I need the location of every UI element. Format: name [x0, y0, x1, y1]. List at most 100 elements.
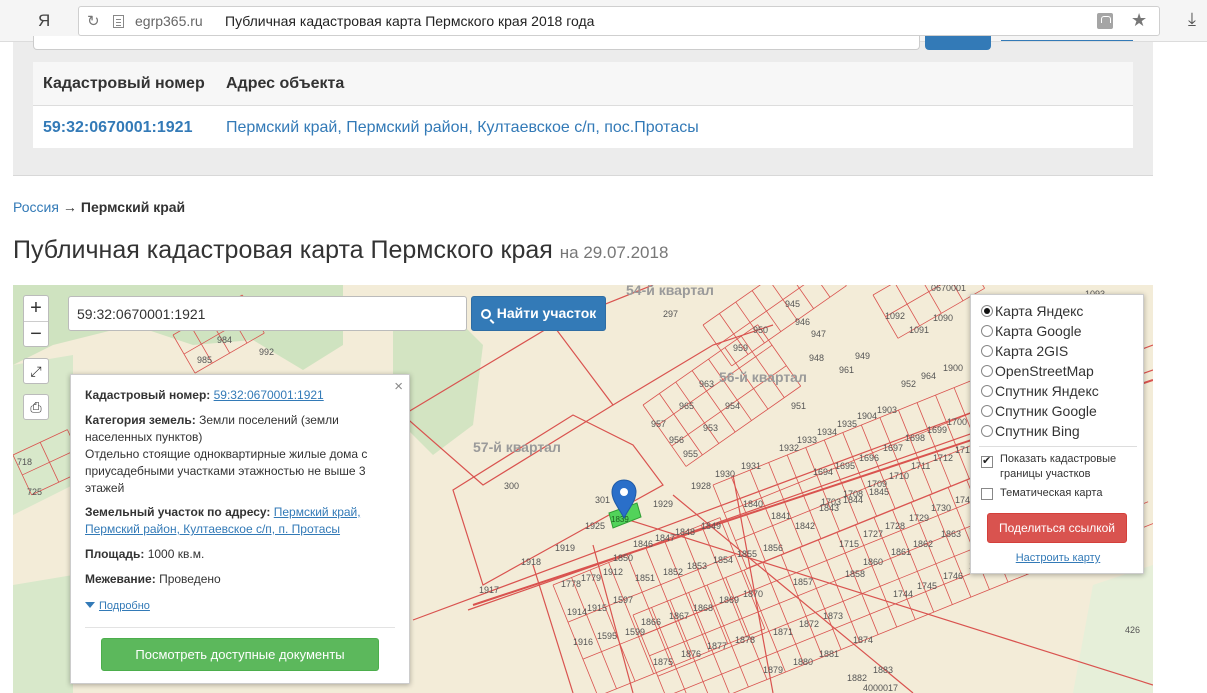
layer-option-2gis-map[interactable]: Карта 2GIS	[981, 343, 1068, 361]
parcel-label: 1711	[911, 461, 930, 471]
yandex-logo-icon[interactable]: Я	[38, 11, 50, 31]
parcel-label: 1597	[613, 595, 633, 605]
parcel-label: 1090	[933, 313, 953, 323]
view-documents-button[interactable]: Посмотреть доступные документы	[101, 638, 379, 671]
page-title-text: Публичная кадастровая карта Пермского кр…	[13, 236, 553, 264]
radio-icon	[981, 425, 993, 437]
parcel-label: 956	[669, 435, 684, 445]
parcel-label: 1858	[845, 569, 865, 579]
parcel-label: 1852	[663, 567, 683, 577]
parcel-label: 1857	[793, 577, 813, 587]
top-link[interactable]	[1001, 39, 1133, 41]
show-borders-checkbox[interactable]	[981, 454, 993, 468]
parcel-label: 1928	[691, 481, 711, 491]
layer-option-yandex-satellite[interactable]: Спутник Яндекс	[981, 383, 1099, 401]
parcel-label: 1712	[933, 453, 953, 463]
parcel-label: 301	[595, 495, 610, 505]
fullscreen-button[interactable]: ⤢	[23, 358, 49, 384]
radio-icon	[981, 365, 993, 377]
parcel-label: 1930	[715, 469, 735, 479]
parcel-label: 1703	[821, 497, 841, 507]
lock-icon[interactable]	[1097, 13, 1113, 29]
page-title-date: на 29.07.2018	[559, 243, 669, 262]
parcel-label: 965	[679, 401, 694, 411]
parcel-label: 1866	[641, 617, 661, 627]
parcel-label: 1931	[741, 461, 761, 471]
parcel-label: 1746	[943, 571, 963, 581]
layer-label: Спутник Google	[995, 403, 1097, 419]
layer-label: Карта 2GIS	[995, 343, 1069, 359]
address-bar[interactable]: ↻ egrp365.ru Публичная кадастровая карта…	[78, 6, 1160, 36]
cadastral-map[interactable]: 1839 54-й квартал 56-й квартал 57-й квар…	[13, 285, 1153, 693]
parcel-label: 1904	[857, 411, 877, 421]
top-search-input[interactable]	[33, 36, 920, 50]
parcel-label: 1841	[771, 511, 791, 521]
reload-icon[interactable]: ↻	[87, 12, 100, 30]
info-cadastral-link[interactable]: 59:32:0670001:1921	[214, 388, 324, 402]
parcel-label: 1914	[567, 607, 587, 617]
layer-option-google-satellite[interactable]: Спутник Google	[981, 403, 1097, 421]
caret-down-icon	[85, 602, 95, 608]
parcel-label: 1854	[713, 555, 733, 565]
find-parcel-button[interactable]: Найти участок	[471, 296, 606, 331]
breadcrumb-arrow: →	[62, 199, 77, 215]
parcel-label: 1925	[585, 521, 605, 531]
parcel-label: 1870	[743, 589, 763, 599]
thematic-map-checkbox[interactable]	[981, 488, 993, 500]
share-link-button[interactable]: Поделиться ссылкой	[987, 513, 1127, 543]
zoom-out-button[interactable]: −	[24, 321, 48, 346]
layer-option-google-map[interactable]: Карта Google	[981, 323, 1082, 341]
info-more-link[interactable]: Подробно	[99, 600, 150, 612]
parcel-label: 1847	[655, 533, 675, 543]
address-page-title: Публичная кадастровая карта Пермского кр…	[225, 13, 595, 29]
quarter-57-label: 57-й квартал	[473, 439, 561, 455]
parcel-label: 1879	[763, 665, 783, 675]
parcel-label: 1851	[635, 573, 655, 583]
map-search-input[interactable]	[68, 296, 467, 331]
page-icon	[113, 15, 124, 28]
parcel-label: 1915	[587, 603, 607, 613]
top-search-button[interactable]	[925, 36, 991, 50]
breadcrumb-russia-link[interactable]: Россия	[13, 199, 59, 215]
parcel-label: 992	[259, 347, 274, 357]
parcel-label: 1709	[867, 479, 887, 489]
parcel-label: 1091	[909, 325, 929, 335]
search-icon	[480, 309, 491, 319]
breadcrumb-current: Пермский край	[80, 199, 186, 215]
parcel-label: 1708	[843, 489, 863, 499]
parcel-label: 1919	[555, 543, 575, 553]
parcel-label: 1778	[561, 579, 581, 589]
show-borders-label: Показать кадастровые границы участков	[1000, 453, 1117, 480]
parcel-label: 1867	[669, 611, 689, 621]
parcel-label: 1881	[819, 649, 839, 659]
result-cadastral-number-link[interactable]: 59:32:0670001:1921	[43, 119, 192, 137]
parcel-label: 1916	[573, 637, 593, 647]
result-address-link[interactable]: Пермский край, Пермский район, Култаевск…	[226, 119, 699, 137]
forest-area	[1073, 565, 1153, 693]
parcel-label: 1883	[873, 665, 893, 675]
address-domain: egrp365.ru	[135, 13, 203, 29]
bookmark-star-icon[interactable]: ★	[1131, 10, 1147, 31]
info-address: Земельный участок по адресу: Пермский кр…	[85, 504, 375, 538]
parcel-label: 963	[699, 379, 714, 389]
parcel-label: 959	[733, 343, 748, 353]
parcel-label: 1700	[947, 417, 967, 427]
configure-map-link[interactable]: Настроить карту	[971, 552, 1145, 564]
info-more: Подробно	[85, 597, 375, 615]
parcel-label: 1715	[839, 539, 859, 549]
parcel-label: 1698	[905, 433, 925, 443]
close-icon[interactable]: ×	[394, 378, 403, 395]
layer-option-yandex-map[interactable]: Карта Яндекс	[981, 303, 1083, 321]
parcel-label: 1860	[863, 557, 883, 567]
info-area-value: 1000 кв.м.	[147, 547, 205, 561]
fullscreen-icon: ⤢	[30, 363, 42, 379]
print-icon: ⎙	[30, 399, 42, 415]
layer-option-openstreetmap[interactable]: OpenStreetMap	[981, 363, 1094, 381]
print-button[interactable]: ⎙	[23, 394, 49, 420]
parcel-label: 1874	[853, 635, 873, 645]
layer-option-bing-satellite[interactable]: Спутник Bing	[981, 423, 1080, 441]
parcel-label: 954	[725, 401, 740, 411]
download-icon[interactable]: ⤓	[1188, 9, 1196, 30]
zoom-in-button[interactable]: +	[24, 296, 48, 321]
parcel-label: 953	[703, 423, 718, 433]
